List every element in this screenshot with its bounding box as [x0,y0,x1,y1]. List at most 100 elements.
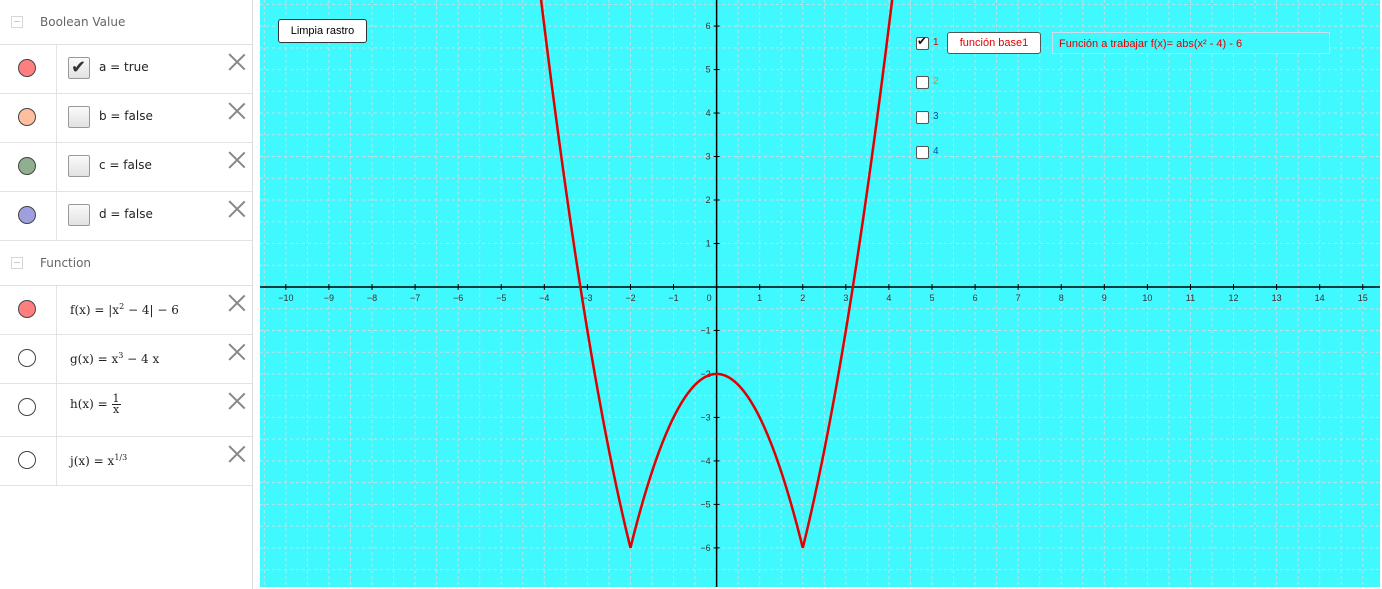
boolean-label[interactable]: a = true [99,60,149,74]
checkbox-label: 1 [933,37,939,48]
function-row-j[interactable]: j(x) = x1/3 [0,437,252,486]
x-tick-label: 4 [886,293,891,303]
delete-icon[interactable] [228,200,246,218]
boolean-row[interactable]: c = false [0,143,252,192]
x-tick-label: 12 [1229,293,1239,303]
function-label[interactable]: j(x) = x1/3 [70,453,127,468]
marble-cell [0,286,57,334]
base-function-button[interactable]: función base1 [947,32,1041,54]
visibility-marble-icon[interactable] [18,59,36,77]
clear-trace-button[interactable]: Limpia rastro [278,19,367,43]
delete-icon[interactable] [228,392,246,410]
marble-cell [0,384,57,436]
checkbox-3[interactable] [916,111,929,124]
y-tick-label: −6 [700,543,710,553]
delete-icon[interactable] [228,343,246,361]
boolean-label[interactable]: d = false [99,207,153,221]
function-rest: − 4 x [123,352,160,366]
function-name: j(x) = x [70,454,115,468]
delete-icon[interactable] [228,294,246,312]
checkbox-1[interactable] [916,34,929,50]
checkbox-label: 3 [933,111,939,122]
fraction-denominator: x [112,403,120,416]
x-tick-label: −6 [453,293,463,303]
function-rest: − 4| − 6 [124,303,179,317]
x-tick-label: −4 [539,293,549,303]
function-list: f(x) = |x2 − 4| − 6 g(x) = x3 − 4 x h(x)… [0,286,252,486]
y-tick-label: 3 [706,152,711,162]
function-label[interactable]: g(x) = x3 − 4 x [70,351,159,366]
marble-cell [0,143,57,191]
visibility-marble-icon[interactable] [18,398,36,416]
x-tick-label: 8 [1059,293,1064,303]
x-tick-label: −8 [367,293,377,303]
graphics-view[interactable]: −10 −9 −8 −7 −6 −5 −4 −3 −2 −1 0 1 2 3 4 5 6 7 8 9 10 11 12 13 1… [260,0,1380,587]
marble-cell [0,94,57,142]
boolean-label[interactable]: c = false [99,158,152,172]
delete-icon[interactable] [228,53,246,71]
collapse-icon[interactable] [11,257,23,269]
function-row-g[interactable]: g(x) = x3 − 4 x [0,335,252,384]
x-tick-label: 7 [1016,293,1021,303]
x-tick-label: 14 [1315,293,1325,303]
x-tick-label: −7 [410,293,420,303]
x-tick-label: −10 [278,293,293,303]
marble-cell [0,45,57,93]
graph-canvas[interactable]: −10 −9 −8 −7 −6 −5 −4 −3 −2 −1 0 1 2 3 4 5 6 7 8 9 10 11 12 13 1… [260,0,1380,587]
x-tick-label: −5 [496,293,506,303]
boolean-checkbox[interactable] [68,57,90,79]
x-tick-label: −1 [668,293,678,303]
y-tick-label: −1 [700,325,710,335]
visibility-marble-icon[interactable] [18,108,36,126]
function-label[interactable]: h(x) = 1 x [70,393,121,416]
marble-cell [0,335,57,383]
visibility-marble-icon[interactable] [18,206,36,224]
visibility-marble-icon[interactable] [18,300,36,318]
boolean-group-title: Boolean Value [40,15,126,29]
collapse-icon[interactable] [11,16,23,28]
boolean-row[interactable]: d = false [0,192,252,241]
boolean-label[interactable]: b = false [99,109,153,123]
checkbox-4[interactable] [916,146,929,159]
boolean-row[interactable]: b = false [0,94,252,143]
y-tick-label: 6 [706,21,711,31]
delete-icon[interactable] [228,102,246,120]
x-tick-label: 3 [843,293,848,303]
function-text-field[interactable]: Función a trabajar f(x)= abs(x² - 4) - 6 [1052,32,1330,54]
visibility-marble-icon[interactable] [18,451,36,469]
x-tick-label: −9 [324,293,334,303]
function-row-f[interactable]: f(x) = |x2 − 4| − 6 [0,286,252,335]
x-tick-label: 2 [800,293,805,303]
x-tick-label: 15 [1358,293,1368,303]
y-tick-label: 5 [706,65,711,75]
x-tick-label: 13 [1272,293,1282,303]
marble-cell [0,192,57,240]
x-tick-label: 5 [929,293,934,303]
boolean-checkbox[interactable] [68,106,90,128]
visibility-marble-icon[interactable] [18,349,36,367]
x-tick-label: 1 [757,293,762,303]
boolean-group-header[interactable]: Boolean Value [0,0,252,45]
function-group-title: Function [40,256,92,270]
y-tick-label: −4 [700,456,710,466]
checkbox-2[interactable] [916,76,929,89]
function-name: g(x) = x [70,352,119,366]
function-row-h[interactable]: h(x) = 1 x [0,384,252,437]
delete-icon[interactable] [228,151,246,169]
x-tick-label: 0 [707,293,712,303]
y-tick-label: 2 [706,195,711,205]
x-tick-label: 10 [1142,293,1152,303]
checkbox-label: 4 [933,146,939,157]
x-tick-label: 11 [1186,293,1195,303]
marble-cell [0,437,57,485]
algebra-view: Boolean Value a = true b = false c = fal… [0,0,253,589]
visibility-marble-icon[interactable] [18,157,36,175]
function-name: h(x) = [70,397,112,411]
delete-icon[interactable] [228,445,246,463]
x-tick-label: −2 [625,293,635,303]
boolean-checkbox[interactable] [68,155,90,177]
function-group-header[interactable]: Function [0,241,252,286]
boolean-checkbox[interactable] [68,204,90,226]
boolean-row[interactable]: a = true [0,45,252,94]
function-label[interactable]: f(x) = |x2 − 4| − 6 [70,302,179,317]
